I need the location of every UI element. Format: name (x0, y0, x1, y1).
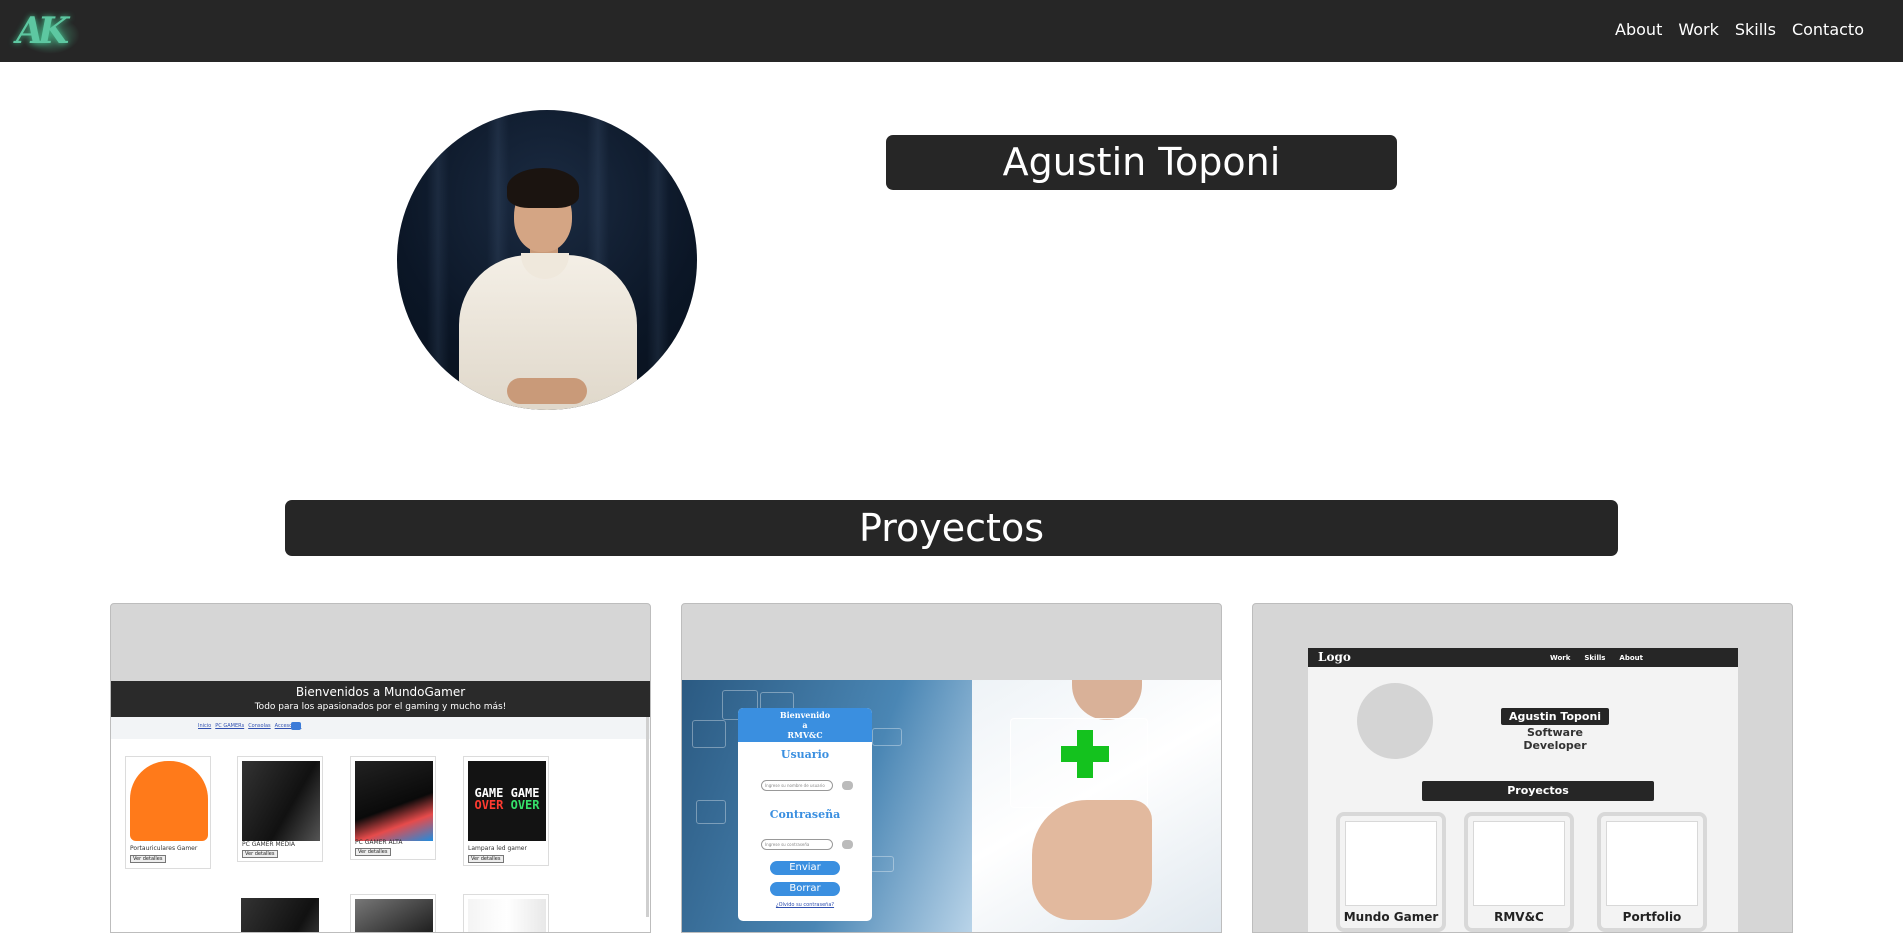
portfolio-subtitle: Software Developer (1523, 726, 1587, 752)
portfolio-nav: Logo Work Skills About (1308, 648, 1738, 667)
portfolio-project-label: Portfolio (1622, 910, 1682, 924)
gaming-pc-image (355, 899, 433, 932)
gaming-pc-rgb-image (355, 761, 433, 841)
portfolio-project-label: RMV&C (1494, 910, 1544, 924)
cart-icon (291, 722, 301, 730)
product-card: Portauriculares Gamer Ver detalles (125, 756, 211, 869)
person-hair (507, 168, 579, 208)
product-card (237, 894, 323, 932)
background-tile (870, 856, 894, 872)
mundogamer-subtitle: Todo para los apasionados por el gaming … (254, 702, 507, 712)
product-name: Lampara led gamer (468, 845, 527, 852)
forgot-password-link: ¿Olvido su contraseña? (775, 902, 835, 908)
password-input: Ingrese su contraseña (761, 839, 833, 850)
portfolio-avatar-placeholder (1357, 683, 1433, 759)
clear-button: Borrar (770, 882, 840, 896)
product-details-button: Ver detalles (468, 855, 504, 863)
product-name: PC GAMER ALTA (355, 839, 403, 846)
background-tile (692, 720, 726, 748)
product-card (463, 894, 549, 932)
portfolio-nav-link: Skills (1584, 654, 1606, 662)
portfolio-screenshot: Logo Work Skills About Agustin Toponi So… (1308, 648, 1738, 932)
portfolio-projects-title: Proyectos (1422, 781, 1654, 801)
user-help-icon (842, 781, 853, 790)
background-tile (872, 728, 902, 746)
gaming-pc-image (242, 761, 320, 841)
logo[interactable]: AK (14, 10, 84, 54)
mundogamer-nav-link: PC GAMERs (215, 723, 245, 729)
mundogamer-header: Bienvenidos a MundoGamer Todo para los a… (111, 681, 650, 717)
nav-link-about[interactable]: About (1615, 20, 1662, 39)
lamp-text-over: OVER (510, 798, 540, 812)
product-name: Portauriculares Gamer (130, 845, 198, 852)
top-navbar: AK About Work Skills Contacto (0, 0, 1903, 62)
product-details-button: Ver detalles (242, 850, 278, 858)
image-placeholder (1345, 821, 1437, 906)
portfolio-project-card: Portfolio (1597, 812, 1707, 932)
hero-name: Agustin Toponi (886, 135, 1397, 190)
nav-links: About Work Skills Contacto (1615, 20, 1864, 39)
mundogamer-scrollbar (646, 717, 649, 917)
password-help-icon (842, 840, 853, 849)
led-lamp-text: GAME GAME OVER OVER (468, 787, 546, 811)
product-card (350, 894, 436, 932)
console-box-image (468, 899, 546, 932)
background-tile (696, 800, 726, 824)
product-details-button: Ver detalles (355, 848, 391, 856)
send-button: Enviar (770, 861, 840, 875)
product-name: PC GAMER MEDIA (242, 841, 295, 848)
mundogamer-screenshot: Bienvenidos a MundoGamer Todo para los a… (111, 681, 650, 932)
ghost-headphone-stand-image (130, 761, 208, 841)
login-header-line: RMV&C (787, 730, 823, 740)
portfolio-nav-links: Work Skills About (1550, 654, 1643, 662)
portfolio-nav-link: About (1619, 654, 1643, 662)
portfolio-project-card: RMV&C (1464, 812, 1574, 932)
project-card-portfolio[interactable]: Logo Work Skills About Agustin Toponi So… (1252, 603, 1793, 933)
mundogamer-nav: Inicio PC GAMERs Consolas Accesorios (111, 717, 650, 739)
logo-text: AK (16, 10, 69, 52)
product-card: GAME GAME OVER OVER Lampara led gamer Ve… (463, 756, 549, 866)
login-header-line: Bienvenido (779, 710, 831, 720)
profile-photo (397, 110, 697, 410)
portfolio-name: Agustin Toponi (1501, 708, 1609, 725)
rmvc-screenshot: Bienvenido a RMV&C Usuario Ingrese su no… (682, 680, 1221, 932)
login-form: Bienvenido a RMV&C Usuario Ingrese su no… (738, 708, 872, 921)
doctor-photo (972, 680, 1221, 932)
mundogamer-title: Bienvenidos a MundoGamer (295, 685, 466, 699)
portfolio-logo: Logo (1318, 650, 1351, 664)
portfolio-project-card: Mundo Gamer (1336, 812, 1446, 932)
image-placeholder (1606, 821, 1698, 906)
nav-link-work[interactable]: Work (1678, 20, 1719, 39)
nav-link-skills[interactable]: Skills (1735, 20, 1776, 39)
product-details-button: Ver detalles (130, 855, 166, 863)
password-label: Contraseña (769, 808, 841, 821)
mundogamer-nav-links: Inicio PC GAMERs Consolas Accesorios (198, 723, 301, 729)
person-hands (507, 378, 587, 404)
project-card-mundogamer[interactable]: Bienvenidos a MundoGamer Todo para los a… (110, 603, 651, 933)
projects-title: Proyectos (285, 500, 1618, 556)
console-image (241, 898, 319, 932)
login-header-line: a (802, 720, 808, 730)
portfolio-nav-link: Work (1549, 654, 1571, 662)
project-card-rmvc[interactable]: Bienvenido a RMV&C Usuario Ingrese su no… (681, 603, 1222, 933)
lamp-text-over: OVER (474, 798, 504, 812)
doctor-hand (1032, 800, 1152, 920)
doctor-face (1072, 680, 1142, 720)
nav-link-contacto[interactable]: Contacto (1792, 20, 1864, 39)
medical-cross-icon (1061, 746, 1109, 762)
login-header: Bienvenido a RMV&C (738, 708, 872, 742)
product-card: PC GAMER ALTA Ver detalles (350, 756, 436, 860)
mundogamer-nav-link: Consolas (248, 723, 271, 729)
curtain-fold (427, 110, 449, 410)
mundogamer-nav-link: Inicio (198, 723, 212, 729)
product-card: PC GAMER MEDIA Ver detalles (237, 756, 323, 862)
user-label: Usuario (780, 748, 830, 761)
curtain-fold (647, 110, 669, 410)
portfolio-project-label: Mundo Gamer (1343, 910, 1439, 924)
image-placeholder (1473, 821, 1565, 906)
user-input: Ingrese su nombre de usuario (761, 780, 833, 791)
